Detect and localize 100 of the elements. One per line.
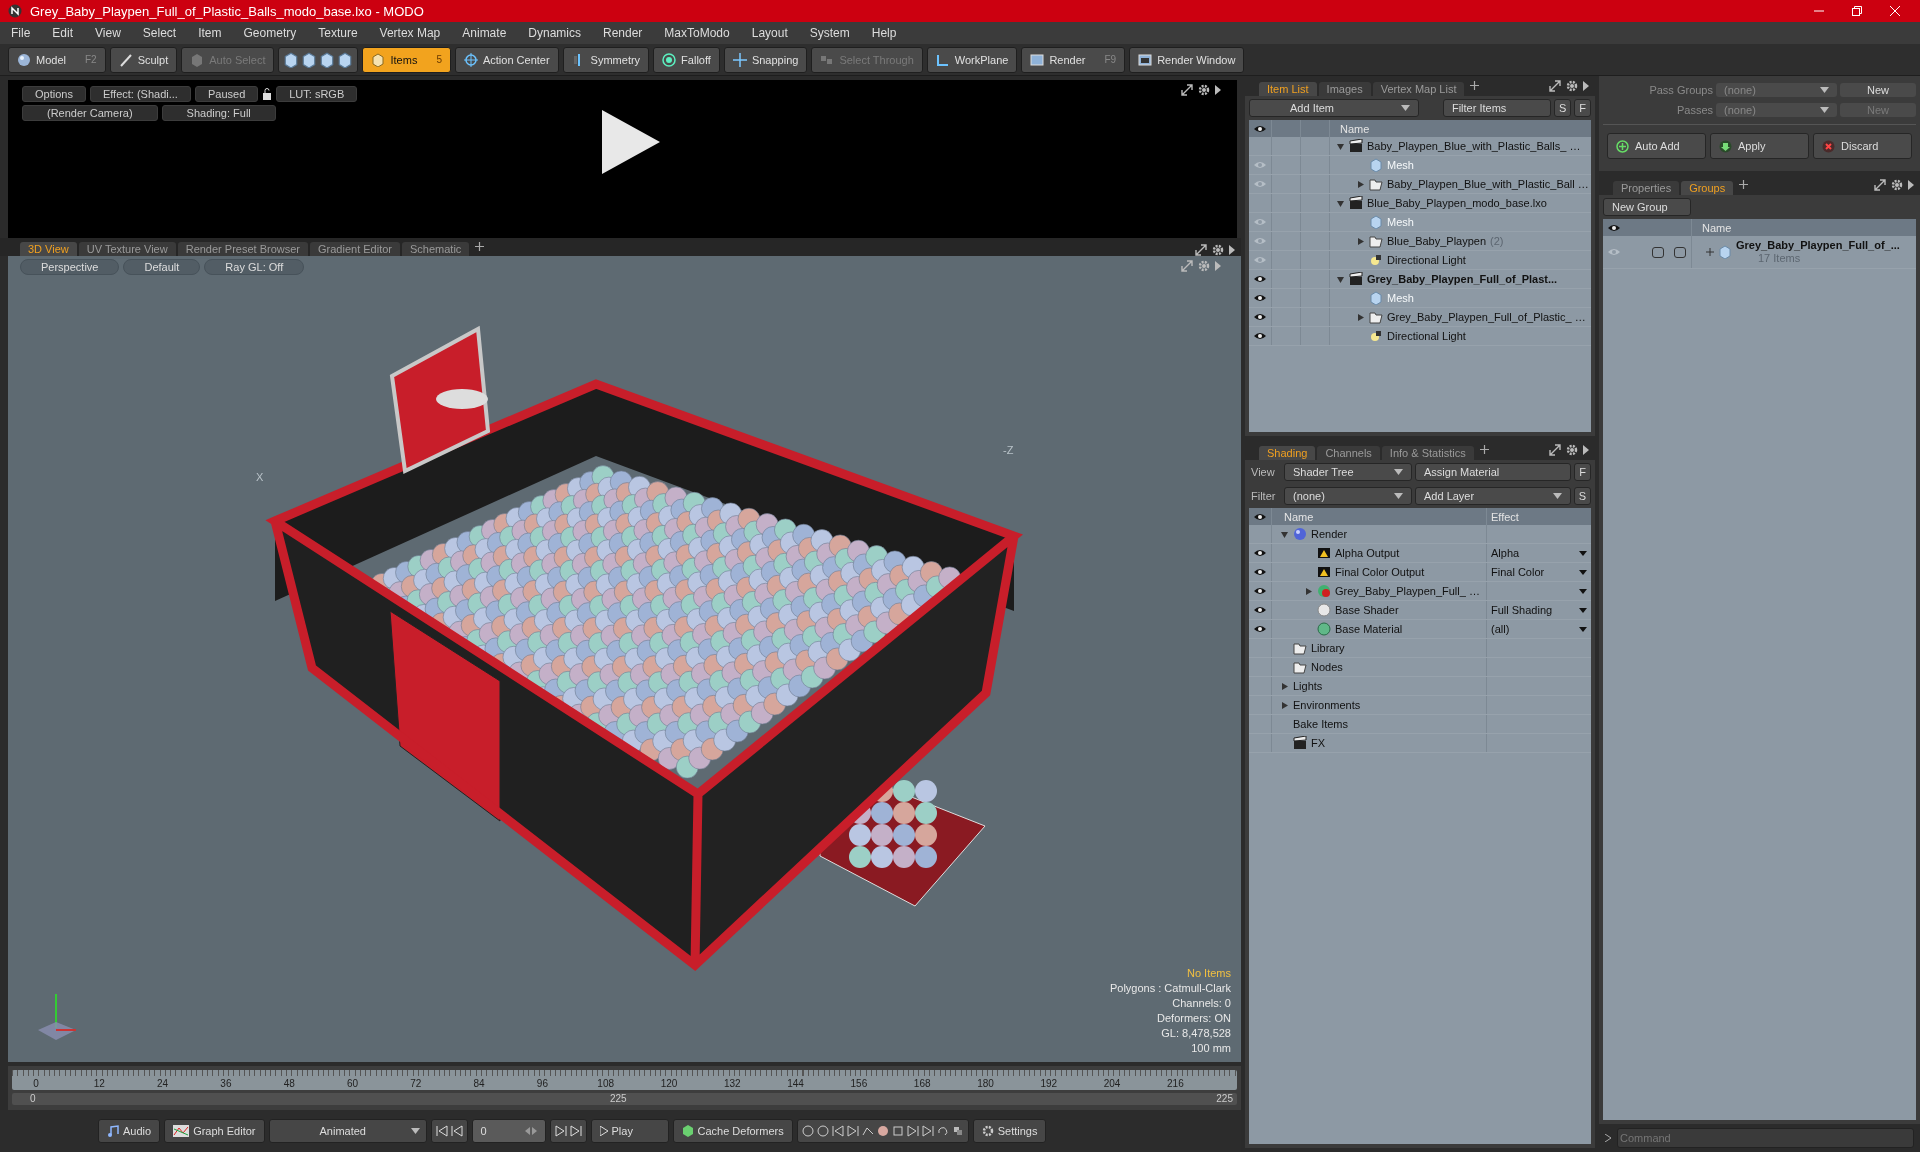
menu-item[interactable]: MaxToModo <box>653 26 741 40</box>
close-icon[interactable] <box>1890 6 1900 16</box>
expanded-arrow-icon[interactable] <box>1336 274 1345 284</box>
toolbar-button[interactable]: Model F2 <box>8 46 106 73</box>
shader-item-name[interactable]: Nodes <box>1311 661 1343 673</box>
group-name[interactable]: Grey_Baby_Playpen_Full_of_... <box>1736 239 1900 252</box>
viewport-option[interactable]: Ray GL: Off <box>204 259 305 275</box>
toolbar-button[interactable]: Render F9 <box>1021 46 1126 73</box>
dropdown-arrow-icon[interactable] <box>1579 569 1587 575</box>
dropdown-arrow-icon[interactable] <box>1579 626 1587 632</box>
gear-icon[interactable] <box>1566 80 1578 92</box>
menu-item[interactable]: System <box>798 26 861 40</box>
shader-item-name[interactable]: Final Color Output <box>1335 566 1425 578</box>
panel-tab[interactable]: Channels <box>1317 446 1380 460</box>
shader-item-name[interactable]: Environments <box>1293 699 1361 711</box>
layers-icon[interactable] <box>951 1125 964 1137</box>
viewport-option[interactable]: Default <box>123 259 201 275</box>
view-dropdown[interactable]: Shader Tree <box>1284 463 1412 481</box>
add-layer-dropdown[interactable]: Add Layer <box>1415 487 1571 505</box>
toolbar-button[interactable]: Render Window <box>1129 46 1245 73</box>
maximize-icon[interactable] <box>1549 80 1561 92</box>
eye-icon[interactable] <box>1253 605 1267 615</box>
filter-toggle[interactable]: S <box>1553 99 1572 117</box>
viewport-option[interactable]: Perspective <box>20 259 120 275</box>
panel-tab[interactable]: Shading <box>1259 446 1316 460</box>
cube-icon[interactable] <box>283 51 300 68</box>
menu-arrow-icon[interactable] <box>1583 445 1589 455</box>
column-header[interactable]: Effect <box>1486 508 1591 525</box>
undo-icon[interactable] <box>936 1125 949 1137</box>
skip-to-start-icon[interactable] <box>435 1125 448 1137</box>
eye-icon[interactable] <box>1253 586 1267 596</box>
plus-icon[interactable] <box>1479 445 1489 454</box>
apply-button[interactable]: Apply <box>1710 133 1809 159</box>
menu-item[interactable]: Render <box>592 26 654 40</box>
dropdown-arrow-icon[interactable] <box>1579 550 1587 556</box>
shader-item-name[interactable]: Lights <box>1293 680 1323 692</box>
menu-item[interactable]: Item <box>187 26 233 40</box>
panel-tab[interactable]: UV Texture View <box>78 242 176 256</box>
menu-arrow-icon[interactable] <box>1215 85 1221 95</box>
toolbar-button[interactable]: Sculpt <box>109 46 178 73</box>
shader-item-name[interactable]: Bake Items <box>1293 718 1349 730</box>
new-group-button[interactable]: New Group <box>1603 198 1691 216</box>
item-name[interactable]: Blue_Baby_Playpen <box>1387 235 1487 247</box>
shader-item-name[interactable]: Alpha Output <box>1335 547 1400 559</box>
cache-deformers-button[interactable]: Cache Deformers <box>672 1119 793 1143</box>
column-header[interactable]: Name <box>1271 508 1486 525</box>
plus-icon[interactable] <box>475 242 485 251</box>
collapsed-arrow-icon[interactable] <box>1280 700 1289 710</box>
preview-option[interactable]: (Render Camera) <box>22 105 158 121</box>
skip-to-end-icon[interactable] <box>569 1125 582 1137</box>
menu-item[interactable]: Help <box>860 26 908 40</box>
menu-item[interactable]: Animate <box>451 26 518 40</box>
eye-icon[interactable] <box>1253 312 1267 322</box>
next-key-icon[interactable] <box>846 1125 859 1137</box>
command-field[interactable]: Command <box>1617 1128 1914 1148</box>
step-forward-icon[interactable] <box>554 1125 567 1137</box>
new-pass-group-button[interactable]: New <box>1840 83 1916 97</box>
item-name[interactable]: Blue_Baby_Playpen_modo_base.lxo <box>1367 197 1547 209</box>
cube-icon[interactable] <box>301 51 318 68</box>
menu-item[interactable]: Edit <box>41 26 85 40</box>
menu-item[interactable]: Layout <box>740 26 799 40</box>
eye-icon[interactable] <box>1253 624 1267 634</box>
toolbar-button[interactable]: Falloff <box>653 46 720 73</box>
filter-toggle[interactable]: F <box>1574 463 1591 481</box>
maximize-icon[interactable] <box>1195 244 1207 256</box>
eye-icon[interactable] <box>1253 293 1267 303</box>
toolbar-button[interactable]: Snapping <box>723 46 808 73</box>
play-button[interactable]: Play <box>590 1119 669 1143</box>
eye-icon[interactable] <box>1253 331 1267 341</box>
plus-icon[interactable] <box>1470 81 1480 90</box>
animation-mode-dropdown[interactable]: Animated <box>268 1119 427 1143</box>
eye-icon[interactable] <box>1253 511 1267 522</box>
panel-tab[interactable]: Render Preset Browser <box>177 242 308 256</box>
item-name[interactable]: Directional Light <box>1387 330 1466 342</box>
menu-item[interactable]: File <box>0 26 42 40</box>
cube-icon[interactable] <box>337 51 354 68</box>
preview-option[interactable]: Shading: Full <box>161 105 276 121</box>
preview-option[interactable]: Paused <box>194 86 259 102</box>
eye-icon[interactable] <box>1253 567 1267 577</box>
expanded-arrow-icon[interactable] <box>1280 529 1289 539</box>
preview-option[interactable]: LUT: sRGB <box>276 86 358 102</box>
shader-item-name[interactable]: Grey_Baby_Playpen_Full_ … <box>1335 585 1480 597</box>
toolbar-button[interactable]: Items 5 <box>362 46 451 73</box>
lock-icon[interactable] <box>262 88 273 100</box>
filter-items-field[interactable]: Filter Items <box>1442 99 1551 117</box>
panel-tab[interactable]: 3D View <box>20 242 77 256</box>
filter-toggle[interactable]: F <box>1574 99 1591 117</box>
previous-key-icon[interactable] <box>906 1125 919 1137</box>
shader-item-name[interactable]: Library <box>1311 642 1345 654</box>
dropdown-arrow-icon[interactable] <box>1579 607 1587 613</box>
gear-icon[interactable] <box>1891 179 1903 191</box>
timeline[interactable]: 0 12 24 36 48 60 72 84 96 108 120 132 144 156 168 180 192 204 216 0 225 225 <box>8 1066 1241 1110</box>
step-back-icon[interactable] <box>450 1125 463 1137</box>
discard-button[interactable]: Discard <box>1813 133 1912 159</box>
checkbox[interactable] <box>1674 246 1686 258</box>
preview-option[interactable]: Options <box>22 86 86 102</box>
maximize-icon[interactable] <box>1549 444 1561 456</box>
panel-tab[interactable]: Schematic <box>402 242 470 256</box>
3d-viewport[interactable]: Perspective Default Ray GL: Off X -Z No Items Polygons : Catmull-Clark Channels: 0 Deformers: ON GL: 8,478,528 100 mm <box>8 256 1241 1062</box>
restore-icon[interactable] <box>1852 6 1862 16</box>
